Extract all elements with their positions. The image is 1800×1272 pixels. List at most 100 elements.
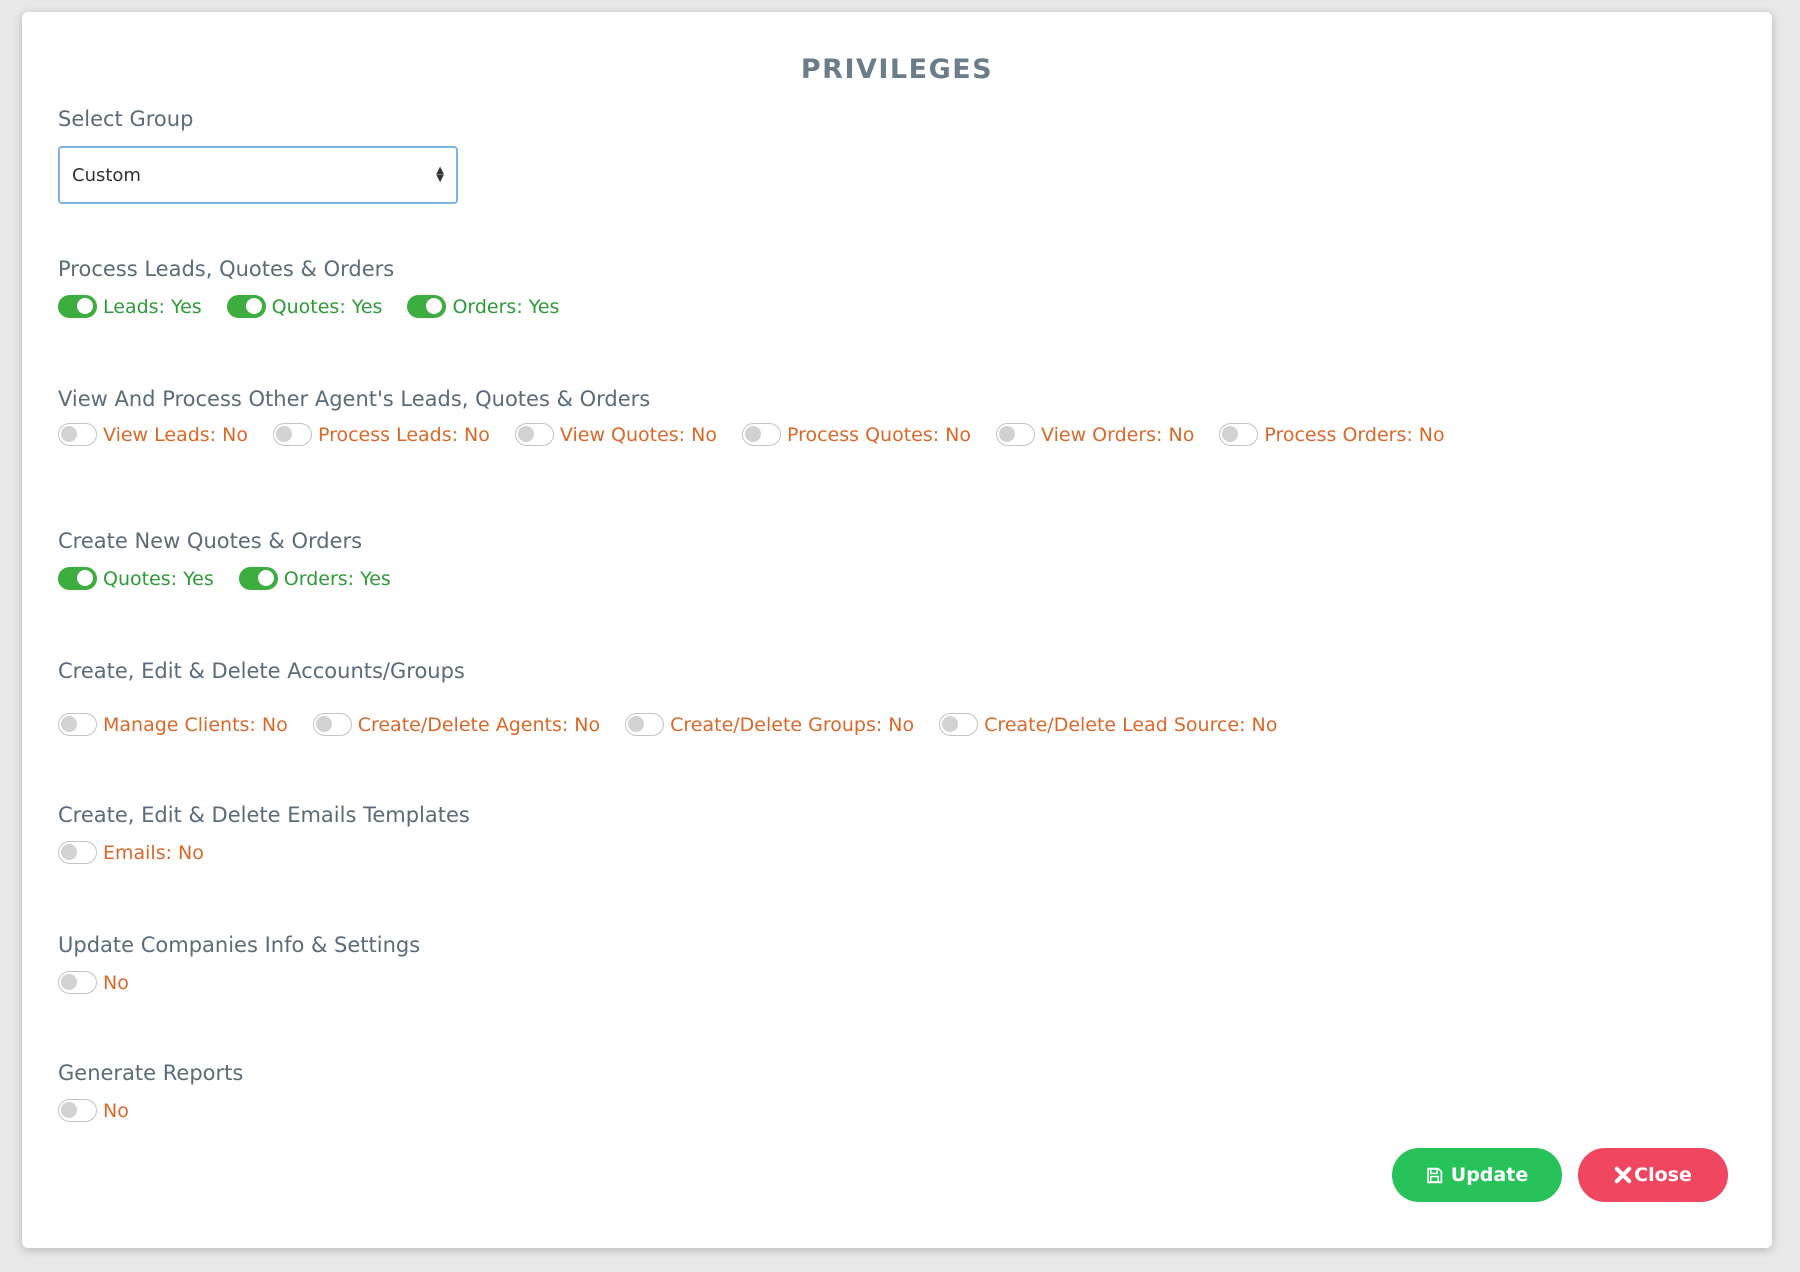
privilege-toggle[interactable]: Emails: No [58,841,204,864]
toggle-label: Manage Clients: No [103,713,288,736]
toggle-label: Create/Delete Lead Source: No [984,713,1278,736]
privilege-toggle[interactable]: Create/Delete Groups: No [625,713,914,736]
toggle-switch[interactable] [58,713,97,736]
group-select[interactable]: Custom ▲ ▼ [58,146,458,204]
privilege-toggle[interactable]: Quotes: Yes [226,295,383,318]
privilege-toggle[interactable]: View Leads: No [58,423,248,446]
toggle-label: Leads: Yes [103,295,202,318]
toggle-label: Emails: No [103,841,204,864]
toggle-knob [999,426,1016,442]
toggle-knob [628,716,645,732]
toggle-switch[interactable] [625,713,665,736]
toggle-row: No [58,971,420,994]
toggle-label: Create/Delete Groups: No [670,713,915,736]
privilege-toggle[interactable]: Quotes: Yes [58,567,214,590]
toggle-knob [942,716,959,732]
toggle-knob [61,426,77,442]
section-title: Create, Edit & Delete Accounts/Groups [58,659,465,683]
privilege-toggle[interactable]: Process Orders: No [1219,423,1445,446]
toggle-switch[interactable] [238,567,278,590]
toggle-knob [61,844,77,860]
toggle-label: View Orders: No [1041,423,1195,446]
toggle-row: Emails: No [58,841,470,864]
privilege-toggle[interactable]: View Quotes: No [514,423,717,446]
toggle-knob [275,426,292,442]
privilege-toggle[interactable]: No [58,1099,129,1122]
toggle-switch[interactable] [58,841,97,864]
privilege-section: Generate Reports No [58,1061,243,1122]
privilege-toggle[interactable]: Process Quotes: No [741,423,972,446]
toggle-label: No [103,971,129,994]
toggle-knob [426,298,443,314]
toggle-knob [1222,426,1239,442]
section-title: Generate Reports [58,1061,244,1085]
close-button[interactable]: Close [1578,1148,1728,1202]
close-icon [1614,1166,1632,1184]
toggle-switch[interactable] [514,423,554,446]
select-arrows-icon: ▲ ▼ [436,165,444,184]
toggle-switch[interactable] [58,1099,97,1122]
toggle-knob [77,570,93,586]
toggle-row: No [58,1099,243,1122]
toggle-knob [61,974,77,990]
toggle-row: View Leads: No Process Leads: No View Quot… [58,423,1470,446]
toggle-knob [61,1102,77,1118]
toggle-switch[interactable] [226,295,266,318]
toggle-label: Create/Delete Agents: No [357,713,601,736]
section-title: Process Leads, Quotes & Orders [58,257,395,281]
toggle-knob [61,716,77,732]
privilege-toggle[interactable]: Process Leads: No [272,423,490,446]
privilege-toggle[interactable]: View Orders: No [996,423,1194,446]
privilege-toggle[interactable]: Create/Delete Agents: No [312,713,601,736]
toggle-row: Leads: Yes Quotes: Yes Orders: Yes [58,295,584,318]
toggle-label: View Quotes: No [559,423,717,446]
toggle-switch[interactable] [312,713,352,736]
toggle-knob [257,570,274,586]
toggle-switch[interactable] [1219,423,1259,446]
toggle-row: Quotes: Yes Orders: Yes [58,567,416,590]
toggle-switch[interactable] [58,567,97,590]
privilege-toggle[interactable]: Manage Clients: No [58,713,288,736]
toggle-switch[interactable] [939,713,979,736]
toggle-label: Process Quotes: No [786,423,972,446]
toggle-label: View Leads: No [103,423,248,446]
update-button-label: Update [1450,1164,1529,1186]
privilege-section: View And Process Other Agent's Leads, Qu… [58,387,1470,446]
section-title: Create, Edit & Delete Emails Templates [58,803,470,827]
section-title: Create New Quotes & Orders [58,529,363,553]
privilege-toggle[interactable]: Leads: Yes [58,295,202,318]
privilege-section: Create, Edit & Delete Emails Templates E… [58,803,470,864]
toggle-label: Process Orders: No [1264,423,1445,446]
privilege-section: Create New Quotes & Orders Quotes: Yes Or… [58,529,416,590]
privileges-modal: PRIVILEGES Select Group Custom ▲ ▼ Proces… [22,12,1772,1248]
privilege-section: Process Leads, Quotes & Orders Leads: Ye… [58,257,584,318]
toggle-switch[interactable] [407,295,447,318]
toggle-label: No [103,1099,129,1122]
toggle-switch[interactable] [741,423,781,446]
privilege-toggle[interactable]: No [58,971,129,994]
toggle-label: Quotes: Yes [271,295,383,318]
toggle-knob [517,426,534,442]
update-button[interactable]: Update [1392,1148,1562,1202]
privilege-toggle[interactable]: Create/Delete Lead Source: No [939,713,1277,736]
toggle-switch[interactable] [58,295,97,318]
close-button-label: Close [1634,1164,1692,1186]
privilege-toggle[interactable]: Orders: Yes [238,567,391,590]
toggle-switch[interactable] [58,423,97,446]
save-icon [1427,1167,1443,1183]
select-group-label: Select Group [58,107,194,131]
toggle-switch[interactable] [996,423,1036,446]
privilege-toggle[interactable]: Orders: Yes [407,295,559,318]
toggle-switch[interactable] [58,971,97,994]
toggle-row: Manage Clients: No Create/Delete Agents: … [58,713,1302,736]
modal-title: PRIVILEGES [800,54,994,85]
section-title: View And Process Other Agent's Leads, Qu… [58,387,651,411]
toggle-knob [245,298,262,314]
group-select-value: Custom [72,164,141,186]
toggle-label: Orders: Yes [452,295,560,318]
privilege-section: Update Companies Info & Settings No [58,933,420,994]
toggle-knob [744,426,761,442]
toggle-label: Quotes: Yes [103,567,214,590]
section-title: Update Companies Info & Settings [58,933,421,957]
toggle-switch[interactable] [272,423,312,446]
